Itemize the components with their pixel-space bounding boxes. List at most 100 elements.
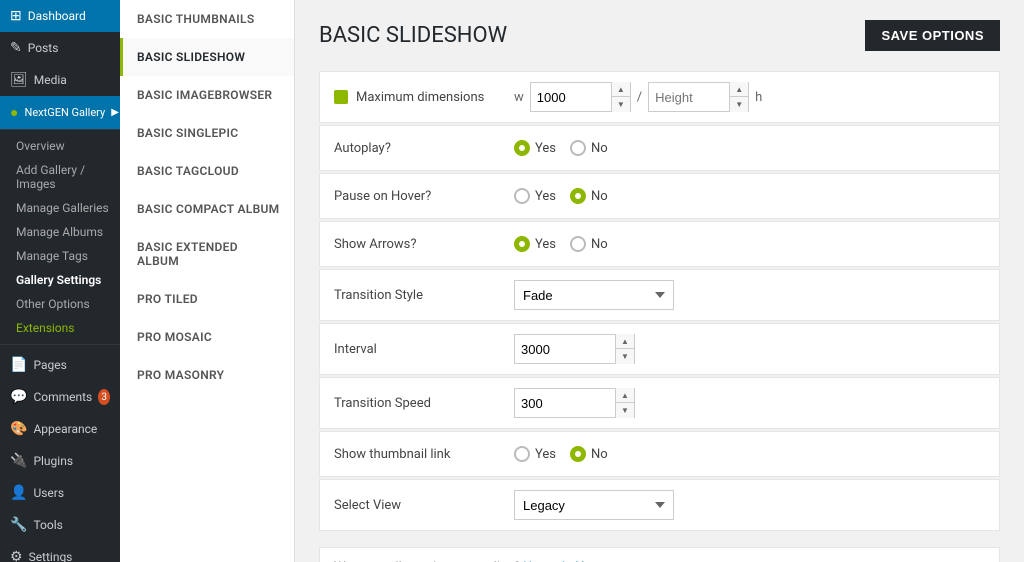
sidebar-bottom: 📄 Pages 💬 Comments 3 🎨 Appearance 🔌 Plug… (0, 344, 120, 562)
height-input-wrapper: ▲ ▼ (648, 82, 749, 112)
arrows-row: Show Arrows? Yes No (320, 222, 999, 266)
thumbnail-link-yes-label[interactable]: Yes (514, 446, 556, 462)
pause-no-radio[interactable] (570, 188, 586, 204)
middle-item-basic-imagebrowser[interactable]: BASIC IMAGEBROWSER (120, 76, 294, 114)
transition-speed-spinner-up[interactable]: ▲ (616, 388, 634, 403)
autoplay-radio-group: Yes No (514, 140, 608, 156)
posts-icon: ✎ (10, 40, 22, 56)
sidebar-item-posts[interactable]: ✎ Posts (0, 32, 120, 64)
transition-style-row: Transition Style Fade Slide None (320, 270, 999, 320)
thumbnail-link-no-label[interactable]: No (570, 446, 608, 462)
appearance-icon: 🎨 (10, 421, 27, 437)
select-view-row: Select View Legacy Default (320, 480, 999, 530)
sidebar-sub-other-options[interactable]: Other Options (0, 292, 120, 316)
width-input-group: w ▲ ▼ / ▲ ▼ (514, 82, 762, 112)
middle-item-pro-tiled[interactable]: PRO TILED (120, 280, 294, 318)
middle-item-basic-slideshow[interactable]: BASIC SLIDESHOW (120, 38, 294, 76)
middle-item-basic-compact-album[interactable]: BASIC COMPACT ALBUM (120, 190, 294, 228)
height-spinners: ▲ ▼ (729, 82, 748, 112)
arrows-section: Show Arrows? Yes No (319, 221, 1000, 267)
media-icon: 🖼 (10, 72, 28, 88)
autoplay-yes-label[interactable]: Yes (514, 140, 556, 156)
pause-yes-radio[interactable] (514, 188, 530, 204)
sidebar-item-users[interactable]: 👤 Users (0, 477, 120, 509)
autoplay-label: Autoplay? (334, 141, 514, 156)
sidebar-item-pages[interactable]: 📄 Pages (0, 349, 120, 381)
select-view-section: Select View Legacy Default (319, 479, 1000, 531)
middle-item-basic-singlepic[interactable]: BASIC SINGLEPIC (120, 114, 294, 152)
interval-spinner-up[interactable]: ▲ (616, 334, 634, 349)
middle-item-pro-masonry[interactable]: PRO MASONRY (120, 356, 294, 394)
transition-style-control: Fade Slide None (514, 280, 985, 310)
interval-input[interactable] (515, 335, 615, 363)
sidebar-sub-extensions[interactable]: Extensions (0, 316, 120, 340)
sidebar-sub-gallery-settings[interactable]: Gallery Settings (0, 268, 120, 292)
interval-spinner-down[interactable]: ▼ (616, 349, 634, 364)
middle-item-basic-extended-album[interactable]: BASIC EXTENDED ALBUM (120, 228, 294, 280)
settings-icon: ⚙ (10, 549, 23, 562)
thumbnail-link-row: Show thumbnail link Yes No (320, 432, 999, 476)
pause-section: Pause on Hover? Yes No (319, 173, 1000, 219)
width-spinner-up[interactable]: ▲ (612, 82, 630, 97)
thumbnail-link-no-radio[interactable] (570, 446, 586, 462)
thumbnail-link-section: Show thumbnail link Yes No (319, 431, 1000, 477)
middle-item-pro-mosaic[interactable]: PRO MOSAIC (120, 318, 294, 356)
users-icon: 👤 (10, 485, 27, 501)
sidebar-sub-overview[interactable]: Overview (0, 134, 120, 158)
transition-speed-spinner-down[interactable]: ▼ (616, 403, 634, 418)
transition-speed-section: Transition Speed ▲ ▼ (319, 377, 1000, 429)
transition-style-label: Transition Style (334, 288, 514, 303)
pause-row: Pause on Hover? Yes No (320, 174, 999, 218)
thumbnail-link-yes-radio[interactable] (514, 446, 530, 462)
pause-label: Pause on Hover? (334, 189, 514, 204)
transition-style-select[interactable]: Fade Slide None (514, 280, 674, 310)
middle-item-basic-tagcloud[interactable]: BASIC TAGCLOUD (120, 152, 294, 190)
interval-section: Interval ▲ ▼ (319, 323, 1000, 375)
dashboard-icon: ⊞ (10, 8, 22, 24)
height-spinner-up[interactable]: ▲ (730, 82, 748, 97)
sidebar-sub-manage-tags[interactable]: Manage Tags (0, 244, 120, 268)
transition-speed-label: Transition Speed (334, 396, 514, 411)
interval-row: Interval ▲ ▼ (320, 324, 999, 374)
page-title: BASIC SLIDESHOW (319, 23, 507, 48)
arrows-yes-radio[interactable] (514, 236, 530, 252)
sidebar-item-media[interactable]: 🖼 Media (0, 64, 120, 96)
middle-item-basic-thumbnails[interactable]: BASIC THUMBNAILS (120, 0, 294, 38)
max-dim-row: Maximum dimensions (334, 90, 514, 105)
save-options-button[interactable]: SAVE OPTIONS (865, 20, 1000, 51)
plugins-icon: 🔌 (10, 453, 27, 469)
main-content: BASIC SLIDESHOW SAVE OPTIONS Maximum dim… (295, 0, 1024, 562)
sidebar-item-tools[interactable]: 🔧 Tools (0, 509, 120, 541)
height-spinner-down[interactable]: ▼ (730, 97, 748, 112)
comments-icon: 💬 (10, 389, 27, 405)
select-view-select[interactable]: Legacy Default (514, 490, 674, 520)
sidebar-sub-manage-albums[interactable]: Manage Albums (0, 220, 120, 244)
sidebar-sub-manage-galleries[interactable]: Manage Galleries (0, 196, 120, 220)
sidebar-item-appearance[interactable]: 🎨 Appearance (0, 413, 120, 445)
arrows-yes-label[interactable]: Yes (514, 236, 556, 252)
sidebar-item-comments[interactable]: 💬 Comments 3 (0, 381, 120, 413)
sidebar-item-dashboard[interactable]: ⊞ Dashboard (0, 0, 120, 32)
thumbnail-link-control: Yes No (514, 446, 985, 462)
autoplay-yes-radio[interactable] (514, 140, 530, 156)
transition-speed-input-wrapper: ▲ ▼ (514, 388, 635, 418)
max-dimensions-checkbox[interactable] (334, 90, 348, 104)
pause-yes-label[interactable]: Yes (514, 188, 556, 204)
sidebar-item-plugins[interactable]: 🔌 Plugins (0, 445, 120, 477)
height-input[interactable] (649, 83, 729, 111)
sidebar-sub-add-gallery[interactable]: Add Gallery / Images (0, 158, 120, 196)
width-spinner-down[interactable]: ▼ (612, 97, 630, 112)
width-input[interactable] (531, 83, 611, 111)
autoplay-no-radio[interactable] (570, 140, 586, 156)
transition-speed-input[interactable] (515, 389, 615, 417)
select-view-label: Select View (334, 498, 514, 513)
sidebar: ⊞ Dashboard ✎ Posts 🖼 Media ● NextGEN Ga… (0, 0, 120, 562)
select-view-control: Legacy Default (514, 490, 985, 520)
sidebar-item-nextgen[interactable]: ● NextGEN Gallery ▶ (0, 96, 120, 129)
pause-no-label[interactable]: No (570, 188, 608, 204)
interval-label: Interval (334, 342, 514, 357)
sidebar-item-settings[interactable]: ⚙ Settings (0, 541, 120, 562)
arrows-no-label[interactable]: No (570, 236, 608, 252)
autoplay-no-label[interactable]: No (570, 140, 608, 156)
arrows-no-radio[interactable] (570, 236, 586, 252)
